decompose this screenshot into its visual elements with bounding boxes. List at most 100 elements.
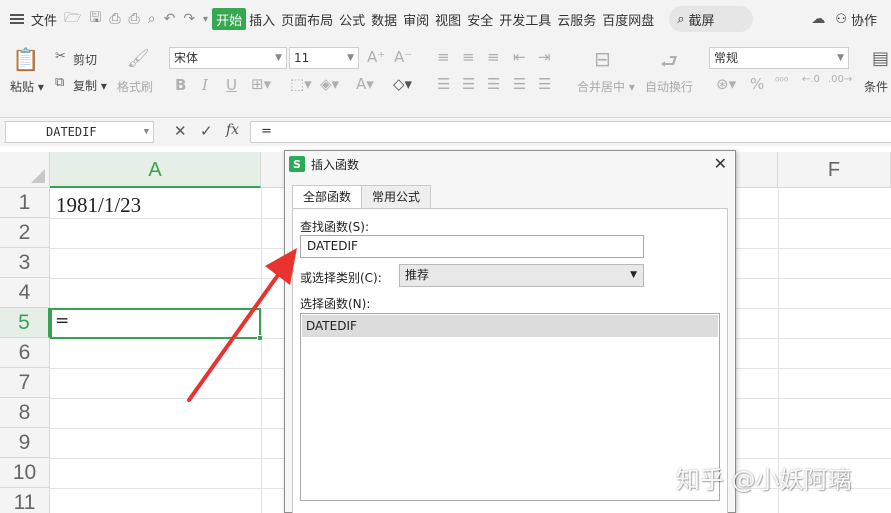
tab-cloud[interactable]: 云服务 xyxy=(554,0,599,38)
percent-icon[interactable]: % xyxy=(750,75,764,93)
user-icon: ⚇ xyxy=(835,11,847,27)
tab-home[interactable]: 开始 xyxy=(212,8,247,30)
close-icon[interactable]: ✕ xyxy=(714,154,727,173)
menu-file[interactable]: 文件 xyxy=(28,0,60,38)
dialog-tabs: 全部函数 常用公式 xyxy=(292,185,432,210)
dropdown-icon[interactable]: ▾ xyxy=(199,14,212,25)
chevron-down-icon: ▼ xyxy=(275,53,282,63)
distribute-icon[interactable]: ☰ xyxy=(538,75,551,93)
conditional-format-button[interactable]: 条件 xyxy=(864,78,888,95)
menu-icon[interactable] xyxy=(10,14,24,24)
copy-button[interactable]: 复制 ▾ xyxy=(73,77,107,94)
category-value: 推荐 xyxy=(405,268,430,282)
tab-common-formulas[interactable]: 常用公式 xyxy=(361,185,432,209)
justify-icon[interactable]: ☰ xyxy=(513,75,526,93)
align-right-icon[interactable]: ☰ xyxy=(487,75,500,93)
border-icon[interactable]: ⊞▾ xyxy=(251,75,271,93)
font-size-value: 11 xyxy=(294,51,310,65)
merge-center-button[interactable]: 合并居中 ▾ xyxy=(577,78,635,95)
list-item[interactable]: DATEDIF xyxy=(302,315,718,337)
italic-icon[interactable]: I xyxy=(202,76,208,94)
font-color-icon[interactable]: A▾ xyxy=(356,75,374,93)
row-header-10[interactable]: 10 xyxy=(0,458,50,488)
paste-icon[interactable]: 📋 xyxy=(12,48,39,73)
print-icon[interactable]: ⎙ xyxy=(125,11,144,27)
decimal-decrease-icon[interactable]: .00→ xyxy=(828,74,852,85)
function-list[interactable]: DATEDIF xyxy=(300,313,720,501)
fx-icon[interactable]: fx xyxy=(226,122,239,138)
eraser-icon[interactable]: ◇▾ xyxy=(393,75,412,93)
align-top-icon[interactable]: ≡ xyxy=(437,48,450,66)
font-name-select[interactable]: 宋体 ▼ xyxy=(169,47,287,69)
decimal-increase-icon[interactable]: ←.0 xyxy=(802,74,820,85)
font-size-select[interactable]: 11 ▼ xyxy=(289,47,359,69)
number-format-select[interactable]: 常规 ▼ xyxy=(709,47,849,69)
tab-security[interactable]: 安全 xyxy=(464,0,496,38)
tab-view[interactable]: 视图 xyxy=(432,0,464,38)
paste-button[interactable]: 粘贴 ▾ xyxy=(10,78,44,95)
row-header-3[interactable]: 3 xyxy=(0,248,50,278)
align-bottom-icon[interactable]: ≡ xyxy=(487,48,500,66)
row-header-6[interactable]: 6 xyxy=(0,338,50,368)
format-painter-button[interactable]: 格式刷 xyxy=(117,78,153,95)
undo-icon[interactable]: ↶ xyxy=(160,11,180,27)
bold-icon[interactable]: B xyxy=(175,76,186,94)
cloud-sync-icon[interactable]: ☁ xyxy=(811,11,825,27)
redo-icon[interactable]: ↷ xyxy=(179,11,199,27)
dialog-title-bar[interactable]: S 插入函数 xyxy=(285,151,735,177)
row-header-4[interactable]: 4 xyxy=(0,278,50,308)
indent-increase-icon[interactable]: ⇥ xyxy=(538,48,551,66)
font-name-value: 宋体 xyxy=(174,51,199,65)
tab-insert[interactable]: 插入 xyxy=(246,0,278,38)
confirm-icon[interactable]: ✓ xyxy=(200,122,213,140)
underline-icon[interactable]: U xyxy=(226,76,237,94)
preview-icon[interactable]: ⌕ xyxy=(144,11,160,27)
cell-a1[interactable]: 1981/1/23 xyxy=(56,193,141,218)
fill-handle[interactable] xyxy=(257,335,263,341)
tab-page-layout[interactable]: 页面布局 xyxy=(278,0,336,38)
thousands-icon[interactable]: ⁰⁰⁰ xyxy=(775,75,788,88)
indent-decrease-icon[interactable]: ⇤ xyxy=(513,48,526,66)
column-header-a[interactable]: A xyxy=(50,152,261,188)
export-icon[interactable]: ⎙ xyxy=(105,11,124,27)
increase-font-icon[interactable]: A⁺ xyxy=(367,48,385,66)
row-header-2[interactable]: 2 xyxy=(0,218,50,248)
align-left-icon[interactable]: ☰ xyxy=(437,75,450,93)
align-middle-icon[interactable]: ≡ xyxy=(462,48,475,66)
collab-button[interactable]: ⚇ 协作 xyxy=(835,10,877,29)
align-center-icon[interactable]: ☰ xyxy=(462,75,475,93)
row-header-11[interactable]: 11 xyxy=(0,488,50,513)
category-label: 或选择类别(C): xyxy=(300,271,382,285)
fill-bucket-icon[interactable]: ◈▾ xyxy=(320,75,339,93)
row-header-9[interactable]: 9 xyxy=(0,428,50,458)
tab-data[interactable]: 数据 xyxy=(368,0,400,38)
formula-input[interactable]: = xyxy=(250,121,891,143)
search-function-input[interactable]: DATEDIF xyxy=(300,235,644,258)
row-header-1[interactable]: 1 xyxy=(0,188,50,218)
select-all-corner[interactable] xyxy=(0,152,50,188)
open-icon[interactable]: 🗁 xyxy=(60,7,85,31)
tab-baidu-pan[interactable]: 百度网盘 xyxy=(599,0,657,38)
tab-all-functions[interactable]: 全部函数 xyxy=(292,185,363,210)
row-header-8[interactable]: 8 xyxy=(0,398,50,428)
tab-developer[interactable]: 开发工具 xyxy=(496,0,554,38)
tab-review[interactable]: 审阅 xyxy=(400,0,432,38)
row-header-7[interactable]: 7 xyxy=(0,368,50,398)
screenshot-search[interactable]: ⌕ 截屏 xyxy=(669,6,754,32)
column-header-f[interactable]: F xyxy=(778,152,891,188)
row-header-5[interactable]: 5 xyxy=(0,308,50,338)
cancel-icon[interactable]: ✕ xyxy=(174,122,187,140)
decrease-font-icon[interactable]: A⁻ xyxy=(394,48,412,66)
name-box[interactable]: DATEDIF ▼ xyxy=(5,121,154,143)
active-cell-a5[interactable]: = xyxy=(50,308,263,341)
tab-formulas[interactable]: 公式 xyxy=(336,0,368,38)
column-header-b[interactable] xyxy=(261,152,285,188)
currency-icon[interactable]: ⊛▾ xyxy=(716,75,736,93)
column-header-e[interactable] xyxy=(736,152,778,188)
cut-button[interactable]: 剪切 xyxy=(73,51,97,68)
screenshot-label: 截屏 xyxy=(688,13,715,29)
wrap-text-button[interactable]: 自动换行 xyxy=(645,78,693,95)
fill-color-icon[interactable]: ⬚▾ xyxy=(290,75,312,93)
save-icon[interactable]: 🖫 xyxy=(85,7,105,31)
category-select[interactable]: 推荐 ▼ xyxy=(399,264,644,287)
